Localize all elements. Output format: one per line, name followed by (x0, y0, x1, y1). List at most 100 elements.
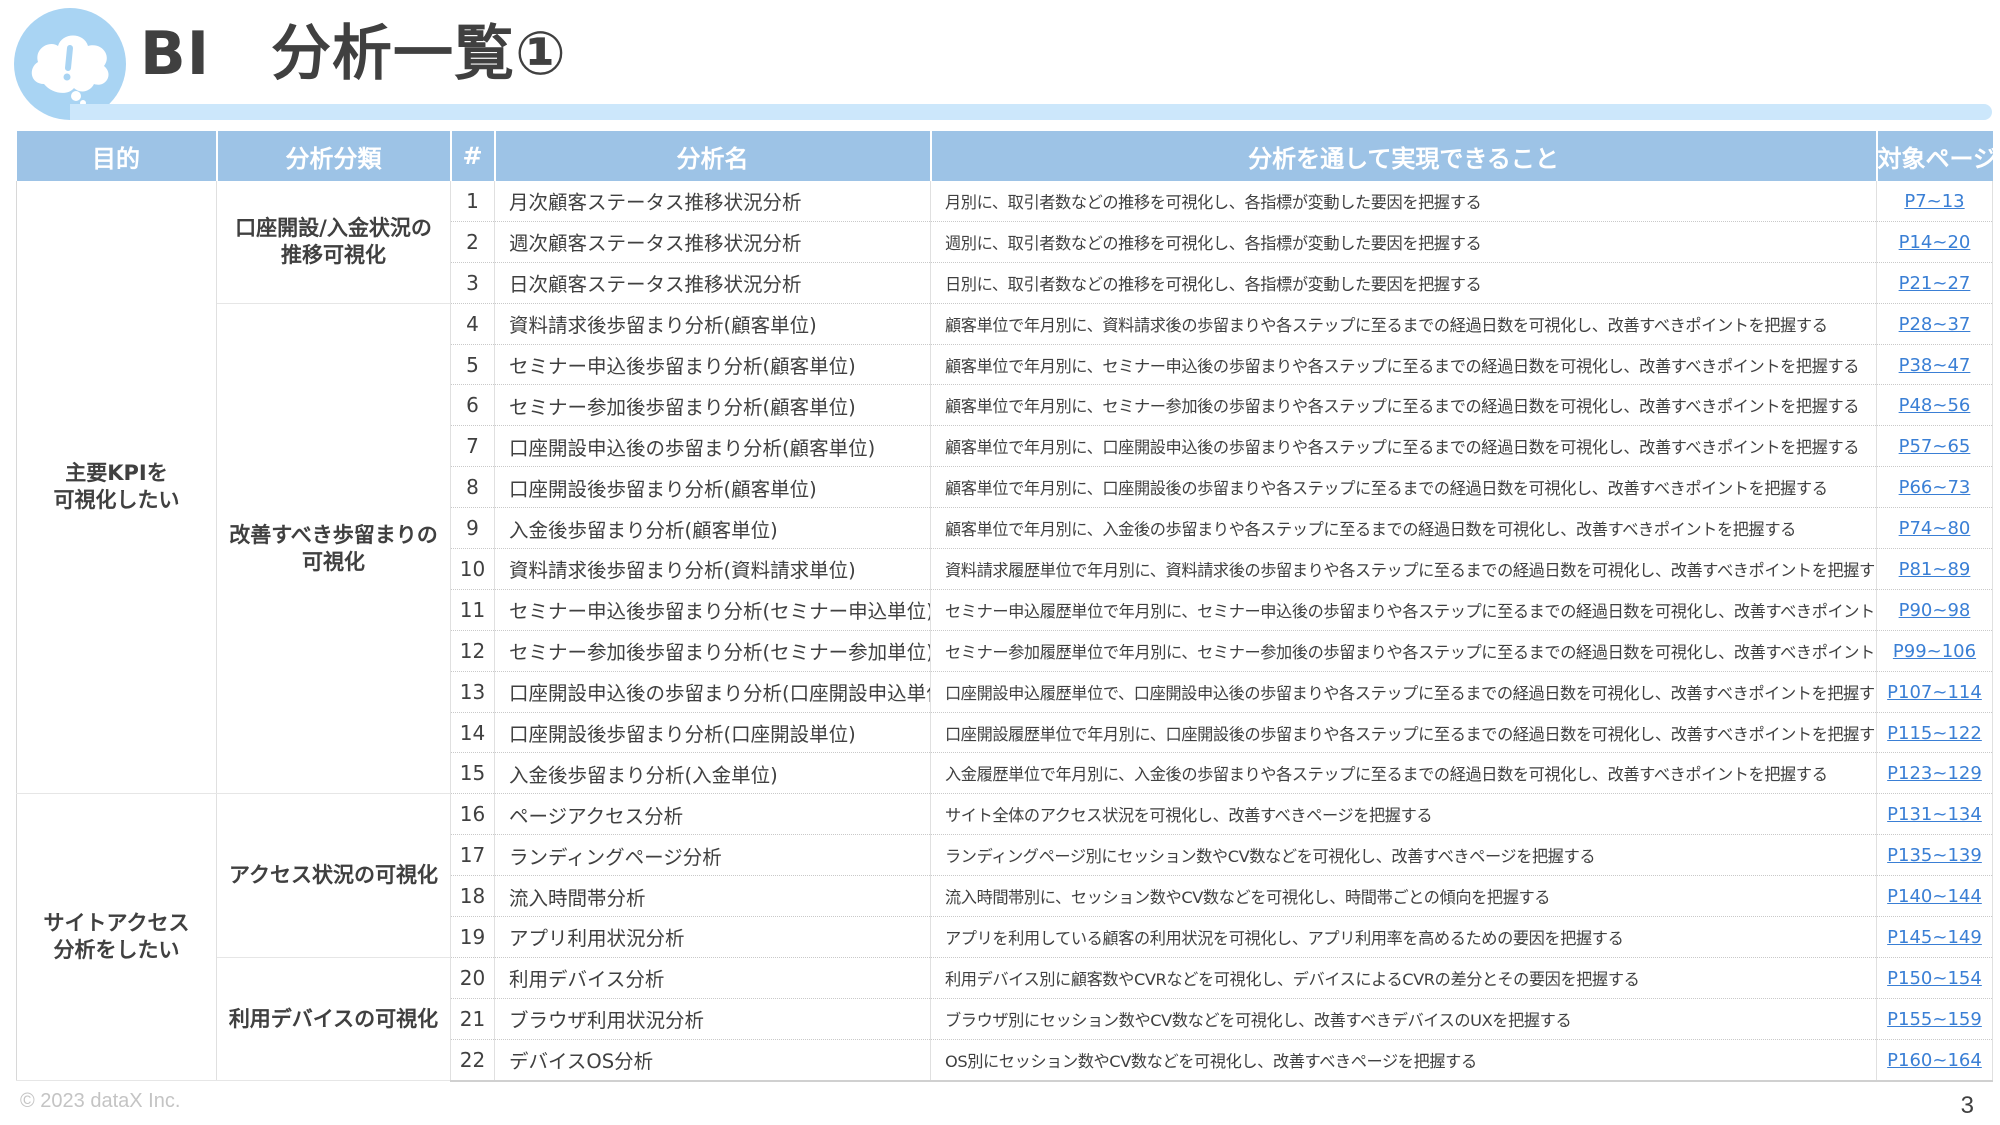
target-page-link[interactable]: P115~122 (1887, 723, 1982, 744)
target-page-cell: P131~134 (1876, 793, 1993, 836)
analysis-outcome: アプリを利用している顧客の利用状況を可視化し、アプリ利用率を高めるための要因を把… (930, 916, 1877, 958)
analysis-name: 流入時間帯分析 (494, 875, 931, 918)
analysis-name: ブラウザ利用状況分析 (494, 998, 931, 1040)
target-page-link[interactable]: P48~56 (1899, 395, 1971, 416)
analysis-name: 口座開設申込後の歩留まり分析(口座開設申込単位) (494, 671, 931, 713)
analysis-outcome: 顧客単位で年月別に、口座開設後の歩留まりや各ステップに至るまでの経過日数を可視化… (930, 466, 1877, 509)
analysis-outcome: 顧客単位で年月別に、入金後の歩留まりや各ステップに至るまでの経過日数を可視化し、… (930, 507, 1877, 550)
target-page-cell: P21~27 (1876, 262, 1993, 304)
target-page-link[interactable]: P155~159 (1887, 1009, 1982, 1030)
target-page-link[interactable]: P107~114 (1887, 682, 1982, 703)
target-page-cell: P115~122 (1876, 712, 1993, 754)
target-page-link[interactable]: P66~73 (1899, 477, 1971, 498)
row-number: 12 (450, 630, 495, 672)
analysis-table: 目的 分析分類 # 分析名 分析を通して実現できること 対象ページ 主要KPIを… (16, 131, 1993, 1082)
row-number: 11 (450, 589, 495, 631)
analysis-name: セミナー参加後歩留まり分析(顧客単位) (494, 384, 931, 427)
category-label: 利用デバイスの可視化 (228, 1006, 439, 1031)
target-page-cell: P90~98 (1876, 589, 1993, 631)
row-number: 6 (450, 384, 495, 427)
target-page-cell: P81~89 (1876, 548, 1993, 590)
purpose-label: 主要KPIを 可視化したい (53, 461, 180, 513)
target-page-link[interactable]: P135~139 (1887, 845, 1982, 866)
target-page-link[interactable]: P123~129 (1887, 763, 1982, 784)
row-number: 16 (450, 793, 495, 836)
analysis-outcome: サイト全体のアクセス状況を可視化し、改善すべきページを把握する (930, 793, 1877, 836)
table-row: 利用デバイスの可視化 20 利用デバイス分析 利用デバイス別に顧客数やCVRなどを可視… (17, 957, 1993, 1082)
analysis-outcome: 顧客単位で年月別に、セミナー参加後の歩留まりや各ステップに至るまでの経過日数を可… (930, 384, 1877, 427)
analysis-outcome: 利用デバイス別に顧客数やCVRなどを可視化し、デバイスによるCVRの差分とその要… (930, 957, 1877, 999)
table-row: 改善すべき歩留まりの 可視化 4 資料請求後歩留まり分析(顧客単位) 顧客単位で年月別… (17, 303, 1993, 795)
analysis-name: デバイスOS分析 (494, 1039, 931, 1082)
column-header-number: # (450, 131, 496, 181)
column-header-purpose: 目的 (16, 131, 218, 181)
purpose-label: サイトアクセス 分析をしたい (43, 911, 190, 963)
target-page-link[interactable]: P21~27 (1899, 273, 1971, 294)
row-number: 20 (450, 957, 495, 999)
target-page-link[interactable]: P160~164 (1887, 1050, 1982, 1071)
analysis-outcome: ランディングページ別にセッション数やCV数などを可視化し、改善すべきページを把握… (930, 834, 1877, 877)
cloud-exclamation-icon (31, 35, 109, 106)
target-page-cell: P160~164 (1876, 1039, 1993, 1082)
page-number: 3 (1960, 1092, 1974, 1119)
row-number: 3 (450, 262, 495, 304)
target-page-link[interactable]: P7~13 (1904, 191, 1964, 212)
title-underline-bar (70, 104, 1992, 120)
target-page-cell: P74~80 (1876, 507, 1993, 550)
target-page-link[interactable]: P131~134 (1887, 804, 1982, 825)
analysis-outcome: 月別に、取引者数などの推移を可視化し、各指標が変動した要因を把握する (930, 181, 1877, 222)
category-label: 口座開設/入金状況の 推移可視化 (235, 215, 432, 267)
row-number: 4 (450, 303, 495, 345)
row-number: 5 (450, 344, 495, 386)
target-page-cell: P150~154 (1876, 957, 1993, 999)
row-number: 14 (450, 712, 495, 754)
analysis-outcome: 顧客単位で年月別に、セミナー申込後の歩留まりや各ステップに至るまでの経過日数を可… (930, 344, 1877, 386)
target-page-link[interactable]: P57~65 (1899, 436, 1971, 457)
analysis-outcome: 流入時間帯別に、セッション数やCV数などを可視化し、時間帯ごとの傾向を把握する (930, 875, 1877, 918)
target-page-cell: P28~37 (1876, 303, 1993, 345)
target-page-link[interactable]: P99~106 (1893, 641, 1976, 662)
target-page-cell: P145~149 (1876, 916, 1993, 958)
target-page-cell: P66~73 (1876, 466, 1993, 509)
analysis-name: 日次顧客ステータス推移状況分析 (494, 262, 931, 304)
target-page-link[interactable]: P140~144 (1887, 886, 1982, 907)
target-page-link[interactable]: P74~80 (1899, 518, 1971, 539)
analysis-outcome: セミナー申込履歴単位で年月別に、セミナー申込後の歩留まりや各ステップに至るまでの… (930, 589, 1877, 631)
target-page-cell: P99~106 (1876, 630, 1993, 672)
table-header-row: 目的 分析分類 # 分析名 分析を通して実現できること 対象ページ (16, 131, 1993, 181)
target-page-link[interactable]: P145~149 (1887, 927, 1982, 948)
target-page-cell: P57~65 (1876, 425, 1993, 468)
analysis-outcome: 顧客単位で年月別に、資料請求後の歩留まりや各ステップに至るまでの経過日数を可視化… (930, 303, 1877, 345)
column-header-outcome: 分析を通して実現できること (930, 131, 1878, 181)
target-page-cell: P123~129 (1876, 752, 1993, 795)
target-page-cell: P48~56 (1876, 384, 1993, 427)
table-body: 主要KPIを 可視化したい 口座開設/入金状況の 推移可視化 1 月次顧客ステータス推… (16, 181, 1993, 1082)
category-label: 改善すべき歩留まりの 可視化 (229, 522, 438, 574)
analysis-name: セミナー参加後歩留まり分析(セミナー参加単位) (494, 630, 931, 672)
row-number: 10 (450, 548, 495, 590)
analysis-name: ランディングページ分析 (494, 834, 931, 877)
row-number: 2 (450, 221, 495, 263)
target-page-link[interactable]: P38~47 (1899, 355, 1971, 376)
category-cell: 改善すべき歩留まりの 可視化 (216, 303, 451, 795)
target-page-cell: P107~114 (1876, 671, 1993, 713)
target-page-link[interactable]: P81~89 (1899, 559, 1971, 580)
analysis-outcome: セミナー参加履歴単位で年月別に、セミナー参加後の歩留まりや各ステップに至るまでの… (930, 630, 1877, 672)
table-row: 主要KPIを 可視化したい 口座開設/入金状況の 推移可視化 1 月次顧客ステータス推… (16, 181, 1993, 795)
target-page-cell: P140~144 (1876, 875, 1993, 918)
target-page-link[interactable]: P28~37 (1899, 314, 1971, 335)
purpose-cell: サイトアクセス 分析をしたい (16, 793, 217, 1082)
row-number: 17 (450, 834, 495, 877)
target-page-link[interactable]: P150~154 (1887, 968, 1982, 989)
target-page-link[interactable]: P90~98 (1899, 600, 1971, 621)
analysis-outcome: 入金履歴単位で年月別に、入金後の歩留まりや各ステップに至るまでの経過日数を可視化… (930, 752, 1877, 795)
row-number: 8 (450, 466, 495, 509)
analysis-name: ページアクセス分析 (494, 793, 931, 836)
target-page-link[interactable]: P14~20 (1899, 232, 1971, 253)
category-cell: 利用デバイスの可視化 (216, 957, 451, 1082)
analysis-outcome: 口座開設申込履歴単位で、口座開設申込後の歩留まりや各ステップに至るまでの経過日数… (930, 671, 1877, 713)
analysis-name: 資料請求後歩留まり分析(資料請求単位) (494, 548, 931, 590)
analysis-outcome: 口座開設履歴単位で年月別に、口座開設後の歩留まりや各ステップに至るまでの経過日数… (930, 712, 1877, 754)
slide-header: BI 分析一覧① (0, 0, 2000, 125)
row-number: 7 (450, 425, 495, 468)
